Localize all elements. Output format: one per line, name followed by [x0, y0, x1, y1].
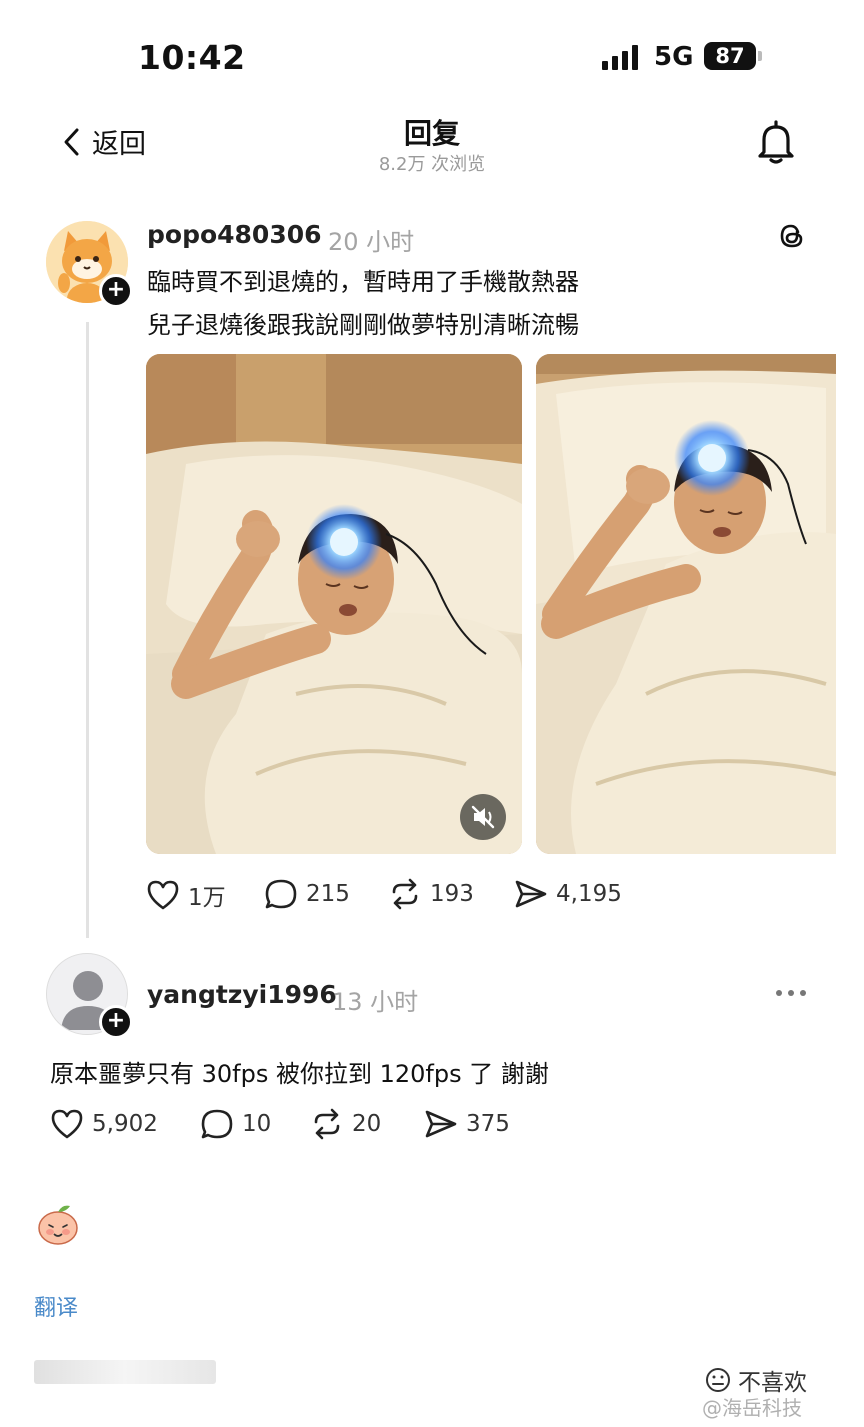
post-username[interactable]: popo480306	[147, 220, 322, 249]
battery-icon: 87	[704, 42, 756, 70]
reply-repost-count: 20	[352, 1111, 382, 1137]
heart-icon	[147, 880, 179, 910]
repost-count: 193	[430, 881, 474, 907]
reply-username[interactable]: yangtzyi1996	[147, 980, 337, 1009]
reply-share-count: 375	[466, 1111, 510, 1137]
page-title: 回复	[403, 117, 460, 150]
reply-comment-count: 10	[242, 1111, 272, 1137]
repost-icon	[392, 878, 418, 910]
post-text-line2: 兒子退燒後跟我說剛剛做夢特別清晰流暢	[147, 311, 579, 339]
signal-icon	[602, 44, 638, 70]
translate-link[interactable]: 翻译	[34, 1290, 78, 1322]
repost-button[interactable]: 193	[388, 878, 474, 910]
like-count: 1万	[188, 885, 226, 911]
send-icon	[425, 1110, 457, 1138]
battery-nub	[758, 51, 762, 61]
comment-count: 215	[306, 881, 350, 907]
heart-icon	[51, 1109, 83, 1139]
watermark: @海岳科技	[702, 1396, 802, 1420]
view-count: 8.2万 次浏览	[378, 154, 486, 175]
threads-icon[interactable]	[776, 220, 808, 256]
follow-plus-button[interactable]: +	[99, 274, 133, 308]
peach-emoji-icon	[36, 1200, 80, 1250]
post-text-line1: 臨時買不到退燒的，暫時用了手機散熱器	[147, 268, 579, 296]
comment-icon	[201, 1109, 233, 1139]
share-button[interactable]: 4,195	[514, 878, 622, 910]
mute-button[interactable]	[460, 794, 506, 840]
reply-share-button[interactable]: 375	[424, 1108, 510, 1140]
neutral-face-icon	[706, 1368, 730, 1392]
repost-icon	[314, 1108, 340, 1140]
comment-button[interactable]: 215	[264, 878, 350, 910]
status-time: 10:42	[138, 38, 246, 77]
send-icon	[515, 880, 547, 908]
like-button[interactable]: 1万	[146, 878, 226, 912]
reply-follow-plus-button[interactable]: +	[99, 1005, 133, 1039]
thread-line	[86, 322, 89, 938]
reply-time: 13 小时	[332, 988, 419, 1016]
post-photo-1[interactable]	[146, 354, 522, 854]
post-photo-2[interactable]	[536, 354, 836, 854]
more-options-icon[interactable]	[776, 990, 806, 996]
comment-icon	[265, 879, 297, 909]
reply-comment-button[interactable]: 10	[200, 1108, 271, 1140]
post-time: 20 小时	[328, 228, 415, 256]
reply-text: 原本噩夢只有 30fps 被你拉到 120fps 了 謝謝	[50, 1060, 549, 1088]
reply-like-count: 5,902	[92, 1111, 158, 1137]
bell-icon[interactable]	[752, 118, 800, 170]
reply-repost-button[interactable]: 20	[310, 1108, 381, 1140]
network-label: 5G	[654, 42, 694, 72]
blurred-text	[34, 1360, 216, 1384]
share-count: 4,195	[556, 881, 622, 907]
reply-like-button[interactable]: 5,902	[50, 1108, 158, 1140]
